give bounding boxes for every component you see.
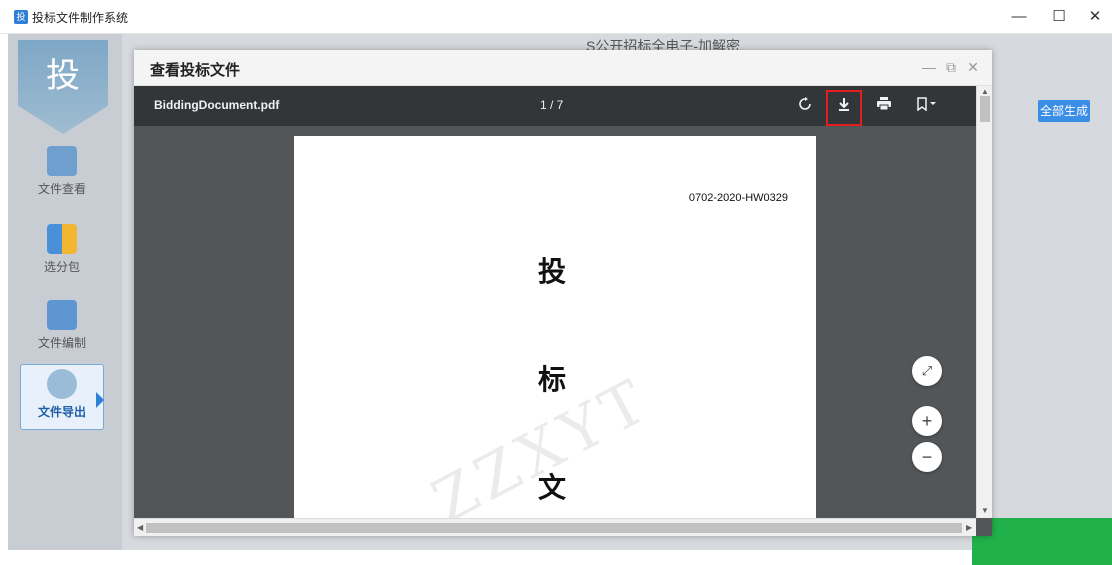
dialog-header: 查看投标文件 — ⧉ ✕	[134, 50, 992, 86]
sidebar-item-file-edit[interactable]: 文件编制	[20, 296, 104, 362]
package-grid-icon	[47, 224, 77, 254]
scroll-left-arrow-icon[interactable]: ◀	[137, 523, 143, 532]
zoom-in-button[interactable]: +	[912, 406, 942, 436]
scroll-down-arrow-icon[interactable]: ▼	[981, 506, 989, 515]
sidebar-item-select-package[interactable]: 选分包	[20, 220, 104, 286]
horizontal-scrollbar[interactable]: ◀ ▶	[134, 518, 976, 536]
sidebar-item-label: 文件查看	[37, 182, 86, 196]
window-titlebar: 投 投标文件制作系统 — ☐ ✕	[0, 0, 1112, 34]
window-close-button[interactable]: ✕	[1072, 0, 1112, 34]
view-bid-file-dialog: 查看投标文件 — ⧉ ✕ BiddingDocument.pdf 1 / 7 0…	[134, 50, 992, 536]
window-title: 投标文件制作系统	[32, 11, 129, 25]
fit-page-button[interactable]: ⤢	[912, 356, 942, 386]
generate-all-button[interactable]: 全部生成	[1038, 100, 1090, 122]
active-indicator-arrow	[96, 392, 104, 408]
vertical-scroll-thumb[interactable]	[980, 96, 990, 122]
vertical-scrollbar[interactable]: ▲ ▼	[976, 86, 992, 518]
dialog-close-button[interactable]: ✕	[964, 58, 982, 76]
pdf-page: 0702-2020-HW0329 投 标 文 ZZXYT	[294, 136, 816, 518]
bookmark-icon[interactable]	[916, 95, 938, 117]
zoom-out-button[interactable]: −	[912, 442, 942, 472]
sidebar: 投 文件查看 选分包 文件编制 文件导出	[8, 34, 122, 550]
dialog-minimize-button[interactable]: —	[920, 58, 938, 76]
scroll-up-arrow-icon[interactable]: ▲	[981, 87, 989, 96]
sidebar-item-file-export[interactable]: 文件导出	[20, 364, 104, 430]
pdf-viewer: BiddingDocument.pdf 1 / 7 0702-2020-HW03…	[134, 86, 992, 536]
dialog-title: 查看投标文件	[150, 62, 241, 79]
check-document-icon	[47, 146, 77, 176]
sidebar-item-file-view[interactable]: 文件查看	[20, 142, 104, 208]
page-indicator: 1 / 7	[540, 98, 564, 112]
download-icon[interactable]	[833, 95, 855, 117]
rotate-icon[interactable]	[794, 95, 816, 117]
sidebar-item-label: 选分包	[43, 260, 80, 274]
status-green-bar	[972, 518, 1112, 565]
scroll-right-arrow-icon[interactable]: ▶	[966, 523, 972, 532]
pdf-filename: BiddingDocument.pdf	[154, 98, 280, 112]
document-number: 0702-2020-HW0329	[688, 192, 788, 204]
print-icon[interactable]	[873, 95, 895, 117]
horizontal-scroll-thumb[interactable]	[146, 523, 962, 533]
pdf-toolbar: BiddingDocument.pdf 1 / 7	[134, 86, 976, 126]
sidebar-item-label: 文件编制	[37, 336, 86, 350]
app-logo: 投	[18, 40, 108, 134]
title-char-1: 投	[538, 255, 567, 288]
dialog-restore-button[interactable]: ⧉	[942, 58, 960, 76]
edit-document-icon	[47, 300, 77, 330]
app-icon: 投	[14, 10, 28, 24]
export-gear-icon	[47, 369, 77, 399]
sidebar-item-label: 文件导出	[37, 405, 86, 419]
title-char-2: 标	[538, 363, 567, 396]
